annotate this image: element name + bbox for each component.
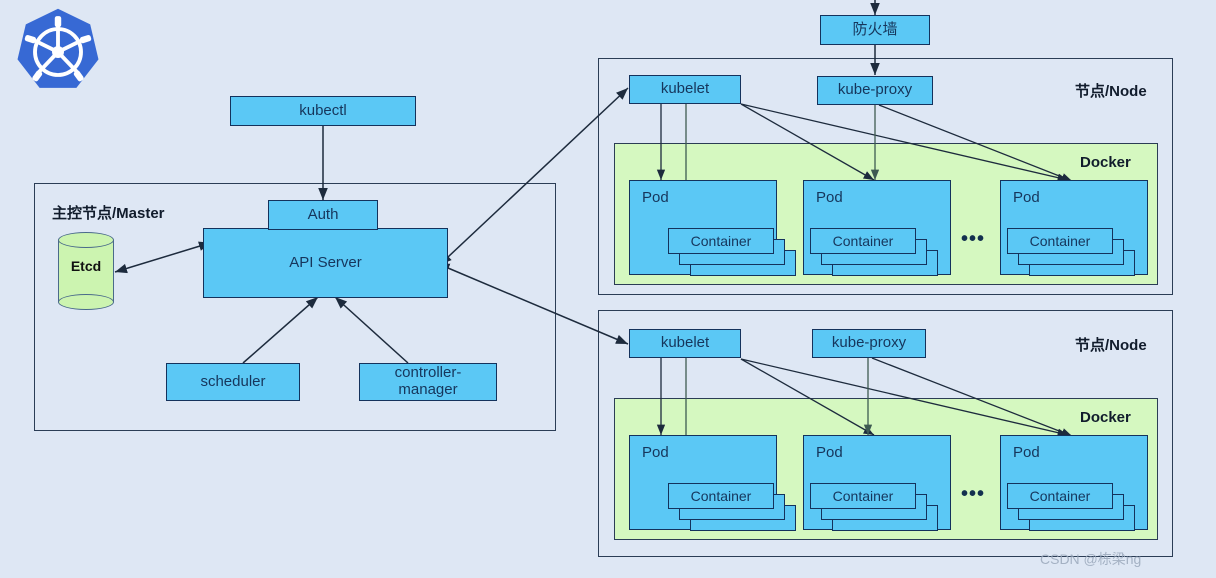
firewall-box[interactable]: 防火墙 bbox=[820, 15, 930, 45]
node-2-pod-2-container-stack[interactable]: Container bbox=[810, 483, 940, 533]
node-1-pod-2-container-stack[interactable]: Container bbox=[810, 228, 940, 278]
container-label: Container bbox=[1007, 228, 1113, 254]
scheduler-box[interactable]: scheduler bbox=[166, 363, 300, 401]
pod-label: Pod bbox=[642, 444, 669, 461]
node-1-kube-proxy-box[interactable]: kube-proxy bbox=[817, 76, 933, 105]
container-label: Container bbox=[1007, 483, 1113, 509]
controller-manager-box[interactable]: controller- manager bbox=[359, 363, 497, 401]
node-1-frame-label: 节点/Node bbox=[1075, 83, 1147, 100]
node-2-kube-proxy-box[interactable]: kube-proxy bbox=[812, 329, 926, 358]
pod-label: Pod bbox=[816, 444, 843, 461]
api-server-box[interactable]: API Server bbox=[203, 228, 448, 298]
node-1-docker-label: Docker bbox=[1080, 154, 1131, 171]
node-1-kubelet-box[interactable]: kubelet bbox=[629, 75, 741, 104]
etcd-top-cap bbox=[58, 232, 114, 248]
node-1-pod-1-container-stack[interactable]: Container bbox=[668, 228, 798, 278]
kubernetes-architecture-diagram: kubectl 主控节点/Master Etcd Auth API Server… bbox=[0, 0, 1216, 578]
node-2-pod-3-container-stack[interactable]: Container bbox=[1007, 483, 1137, 533]
node-1-pod-3-container-stack[interactable]: Container bbox=[1007, 228, 1137, 278]
node-2-pod-1-container-stack[interactable]: Container bbox=[668, 483, 798, 533]
container-label: Container bbox=[668, 228, 774, 254]
kubernetes-logo-svg bbox=[17, 8, 99, 88]
etcd-label: Etcd bbox=[70, 258, 102, 274]
container-label: Container bbox=[810, 228, 916, 254]
kubectl-box[interactable]: kubectl bbox=[230, 96, 416, 126]
node-2-kubelet-box[interactable]: kubelet bbox=[629, 329, 741, 358]
auth-box[interactable]: Auth bbox=[268, 200, 378, 230]
etcd-cylinder[interactable]: Etcd bbox=[58, 232, 114, 310]
kubernetes-logo bbox=[12, 6, 104, 98]
pod-label: Pod bbox=[1013, 189, 1040, 206]
pod-label: Pod bbox=[816, 189, 843, 206]
container-label: Container bbox=[668, 483, 774, 509]
pod-label: Pod bbox=[1013, 444, 1040, 461]
node-2-frame-label: 节点/Node bbox=[1075, 337, 1147, 354]
etcd-bottom-cap bbox=[58, 294, 114, 310]
container-label: Container bbox=[810, 483, 916, 509]
pod-label: Pod bbox=[642, 189, 669, 206]
node-2-pods-ellipsis: ••• bbox=[961, 483, 986, 505]
master-frame-label: 主控节点/Master bbox=[52, 205, 165, 222]
node-1-pods-ellipsis: ••• bbox=[961, 228, 986, 250]
node-2-docker-label: Docker bbox=[1080, 409, 1131, 426]
csdn-watermark: CSDN @栋梁ng bbox=[1040, 551, 1142, 567]
